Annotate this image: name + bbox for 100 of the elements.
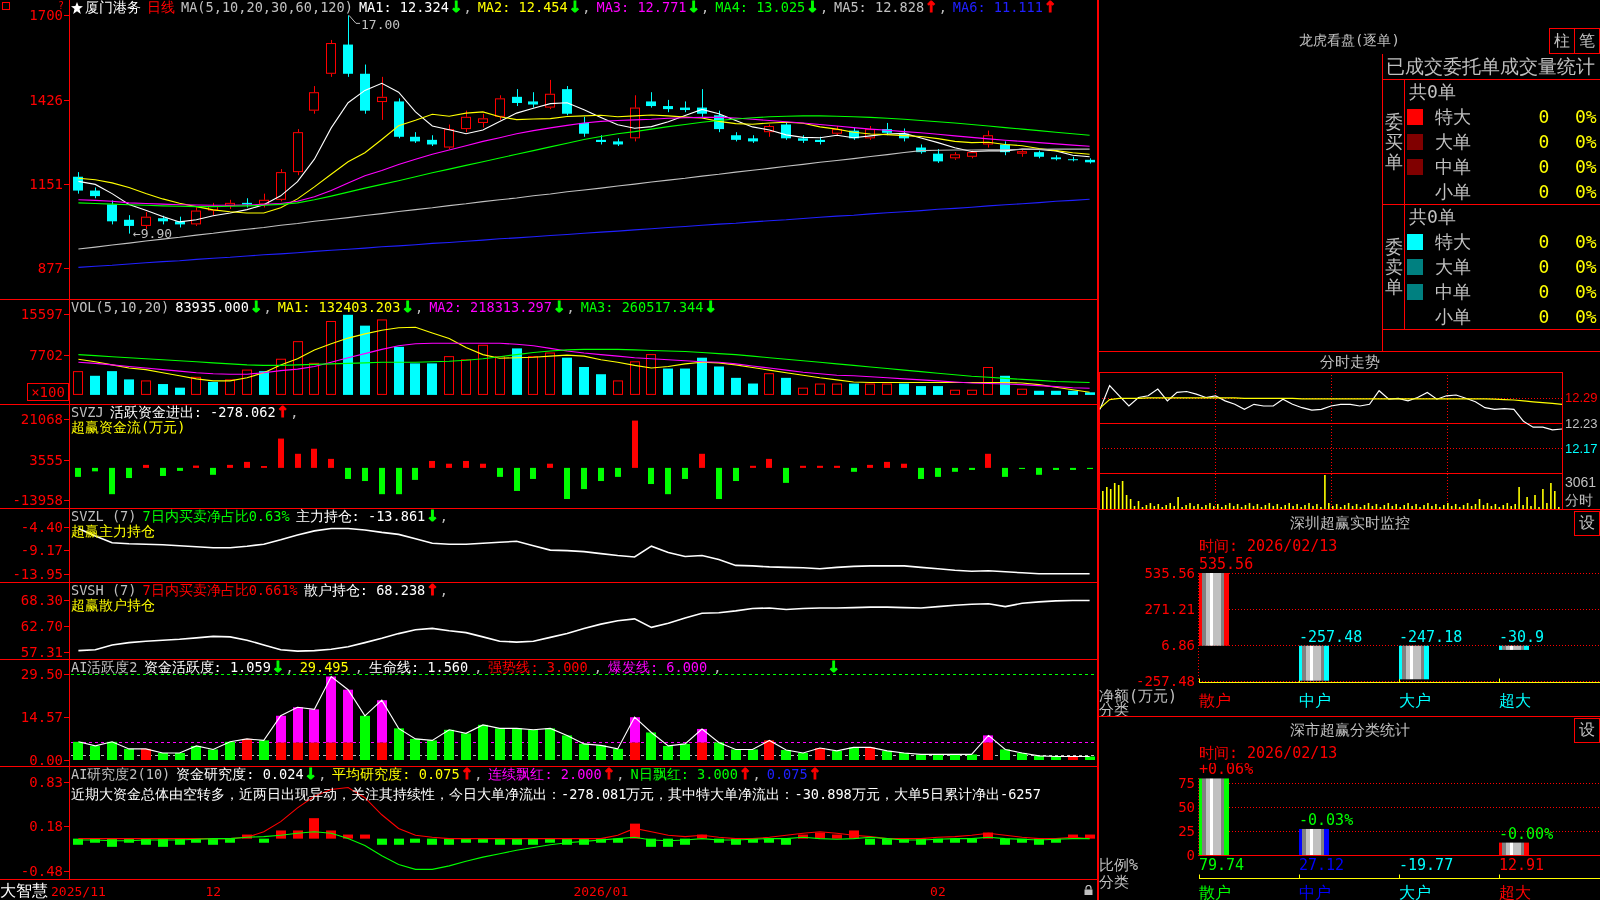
legend-text: MA6: 11.111	[952, 0, 1043, 15]
research-bar	[562, 838, 572, 845]
axis-label: 0.18	[29, 818, 63, 835]
activity-bar	[714, 742, 724, 760]
settings-button[interactable]: 设	[1574, 511, 1600, 536]
separator-text: ,	[439, 509, 449, 524]
volume-bar	[849, 383, 859, 395]
axis-label: 271.21	[1144, 600, 1195, 617]
view-mode-button[interactable]: 柱	[1549, 28, 1575, 54]
flow-bar	[210, 467, 216, 475]
activity-bar	[1068, 756, 1078, 760]
flow-bar	[800, 465, 806, 468]
flow-bar	[817, 465, 823, 468]
research-bar	[815, 832, 825, 839]
activity-bar	[360, 715, 370, 760]
volume-bar	[815, 383, 825, 395]
activity-bar	[798, 752, 808, 760]
candle	[444, 124, 454, 150]
flow-bar	[429, 460, 435, 468]
candle	[377, 76, 387, 121]
section-title: 分时走势	[1319, 353, 1380, 371]
candle	[630, 94, 640, 142]
candle	[90, 187, 100, 199]
activity-bar	[141, 748, 151, 760]
flow-bar	[193, 465, 199, 468]
volume-bar	[646, 354, 656, 395]
candle	[680, 100, 690, 113]
research-bar	[124, 838, 134, 843]
indicator-subtitle: 超赢资金流(万元)	[71, 420, 186, 435]
axis-label: 75	[1178, 775, 1195, 791]
brand-label: 大智慧	[0, 881, 48, 900]
legend-text: 厦门港务	[85, 0, 141, 15]
activity-bar	[191, 745, 201, 760]
volume-unit-label: 分时	[1565, 492, 1593, 508]
axis-label: -13958	[12, 492, 63, 509]
value-label: 79.74	[1199, 856, 1245, 874]
category-label: 中户	[1299, 882, 1331, 900]
axis-label: 15597	[20, 306, 63, 323]
flow-bar	[1036, 467, 1042, 475]
activity-bar	[394, 728, 404, 760]
activity-bar	[107, 741, 117, 760]
date-label: 12	[205, 883, 222, 899]
category-label: 散户	[1199, 690, 1231, 710]
research-bar	[242, 834, 252, 839]
activity-bar	[663, 745, 673, 760]
volume-bar	[596, 374, 606, 395]
order-share: 0%	[1575, 231, 1598, 252]
candle	[1017, 148, 1027, 158]
separator-text: ,	[582, 0, 591, 15]
separator-text: ,	[566, 300, 575, 315]
flow-bar	[632, 420, 638, 468]
separator-text: ,	[713, 660, 722, 675]
trend-arrow: ↑	[276, 405, 290, 420]
separator-text: ,	[819, 0, 829, 15]
volume-bar	[208, 382, 218, 395]
flow-bar	[985, 453, 991, 468]
flow-bar	[901, 463, 907, 468]
order-size-label: 大单	[1435, 254, 1472, 279]
research-bar	[933, 838, 943, 843]
legend-text: MA2: 12.454	[477, 0, 568, 15]
view-mode-button[interactable]: 笔	[1574, 28, 1600, 54]
axis-label: -257.48	[1136, 672, 1195, 689]
trend-arrow: ↓	[687, 0, 701, 15]
axis-title: 分类	[1099, 873, 1129, 891]
volume-bar	[73, 371, 83, 395]
research-bar	[293, 830, 303, 839]
date-label: 02	[930, 883, 946, 899]
research-bar	[309, 818, 319, 839]
volume-bar	[865, 383, 875, 395]
research-bar	[1017, 838, 1027, 843]
settings-button[interactable]: 设	[1574, 718, 1600, 743]
candle	[832, 125, 842, 136]
candle	[882, 122, 892, 136]
volume-bar	[225, 379, 235, 395]
activity-bar	[849, 747, 859, 760]
legend-text: SVZL (7)	[71, 509, 137, 524]
axis-label: 535.56	[1144, 565, 1195, 581]
research-bar	[394, 838, 404, 845]
axis-label: 57.31	[20, 644, 63, 660]
category-label: 大户	[1399, 690, 1431, 710]
legend-text: SVZJ	[71, 405, 104, 420]
volume-bar	[495, 356, 505, 395]
legend-text: MA5: 12.828	[834, 0, 925, 15]
trend-arrow: ↑	[460, 767, 474, 782]
separator-text: ,	[474, 767, 483, 782]
order-share: 0%	[1575, 106, 1598, 127]
volume-bar	[259, 371, 269, 395]
pointer-line-icon	[348, 14, 361, 24]
activity-bar	[1017, 752, 1027, 760]
trend-arrow: ↓	[449, 0, 463, 15]
flow-bar	[278, 438, 284, 468]
flow-bar	[581, 467, 587, 490]
legend-text: MA4: 13.025	[715, 0, 806, 15]
candle	[326, 39, 336, 78]
activity-bar	[242, 738, 252, 760]
legend-text: 29.495	[299, 660, 349, 675]
volume-bar	[579, 367, 589, 395]
axis-label: 21068	[20, 411, 63, 428]
flow-bar	[497, 467, 503, 477]
axis-label: -9.17	[20, 542, 63, 559]
